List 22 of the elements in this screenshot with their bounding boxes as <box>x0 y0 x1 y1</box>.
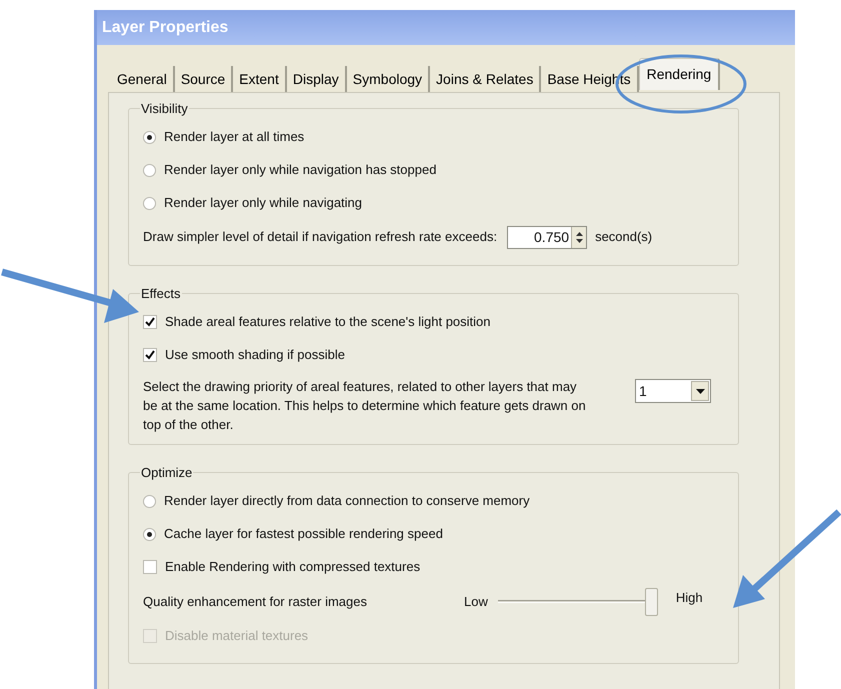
field-label: Quality enhancement for raster images <box>143 592 368 611</box>
slider-max-label: High <box>676 588 703 607</box>
unit-label: second(s) <box>595 228 652 246</box>
option-label: Disable material textures <box>165 627 308 646</box>
description-text: Select the drawing priority of areal features, related to other layers that may be at the same location. This helps to determine which feature gets drawn on top of the other. <box>143 378 587 434</box>
option-label: Render layer only while navigation has stopped <box>164 161 436 180</box>
field-label: Draw simpler level of detail if navigation refresh rate exceeds: <box>143 228 498 246</box>
group-title: Optimize <box>140 464 194 482</box>
slider-min-label: Low <box>464 592 488 611</box>
option-label: Render layer at all times <box>164 128 304 146</box>
option-label: Render layer only while navigating <box>164 194 362 212</box>
option-label: Shade areal features relative to the scene's light position <box>165 312 491 331</box>
option-label: Use smooth shading if possible <box>165 346 345 364</box>
tab[interactable]: Rendering <box>638 58 720 90</box>
spin-box[interactable]: 0.750 <box>507 226 588 248</box>
option-label: Cache layer for fastest possible rendering speed <box>164 525 443 544</box>
option-label: Enable Rendering with compressed textures <box>165 558 420 576</box>
title-bar: Layer Properties <box>97 10 795 45</box>
option-label: Render layer directly from data connection to conserve memory <box>164 492 530 510</box>
group-title: Effects <box>140 284 182 302</box>
dropdown[interactable]: 1 <box>635 379 711 403</box>
group-title: Visibility <box>140 100 189 118</box>
